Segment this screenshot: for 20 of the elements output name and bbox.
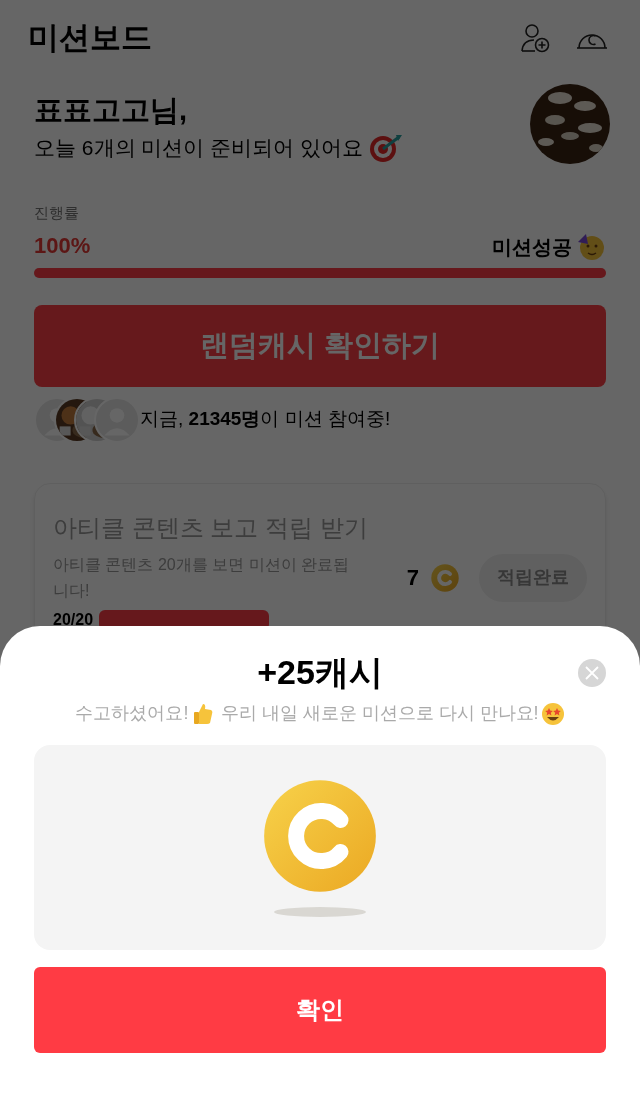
- sheet-message-continued: 우리 내일 새로운 미션으로 다시 만나요!: [220, 702, 539, 725]
- coin-shadow-icon: [274, 906, 366, 917]
- progress-percent: 100%: [34, 231, 91, 260]
- page-title: 미션보드: [28, 19, 152, 57]
- participants-text: 지금, 21345명이 미션 참여중!: [140, 407, 391, 432]
- coin-icon: [431, 563, 459, 592]
- mission-status: 미션성공: [492, 234, 572, 260]
- greeting-message: 오늘 6개의 미션이 준비되어 있어요: [34, 135, 364, 161]
- mission-count: 20/20: [53, 609, 94, 626]
- random-cash-button[interactable]: 랜덤캐시 확인하기: [34, 304, 606, 387]
- sheet-message: 수고하셨어요!: [75, 702, 189, 725]
- greeting-name: 표표고고님,: [34, 93, 189, 128]
- dart-target-icon: [369, 132, 404, 163]
- sheet-title: +25캐시: [257, 652, 383, 693]
- close-icon: [585, 666, 599, 680]
- reward-amount: 7: [406, 564, 419, 592]
- add-friend-icon[interactable]: [520, 23, 550, 53]
- star-eyes-face-icon: [540, 701, 565, 726]
- confirm-button[interactable]: 확인: [34, 967, 606, 1053]
- coin-icon: [263, 778, 377, 893]
